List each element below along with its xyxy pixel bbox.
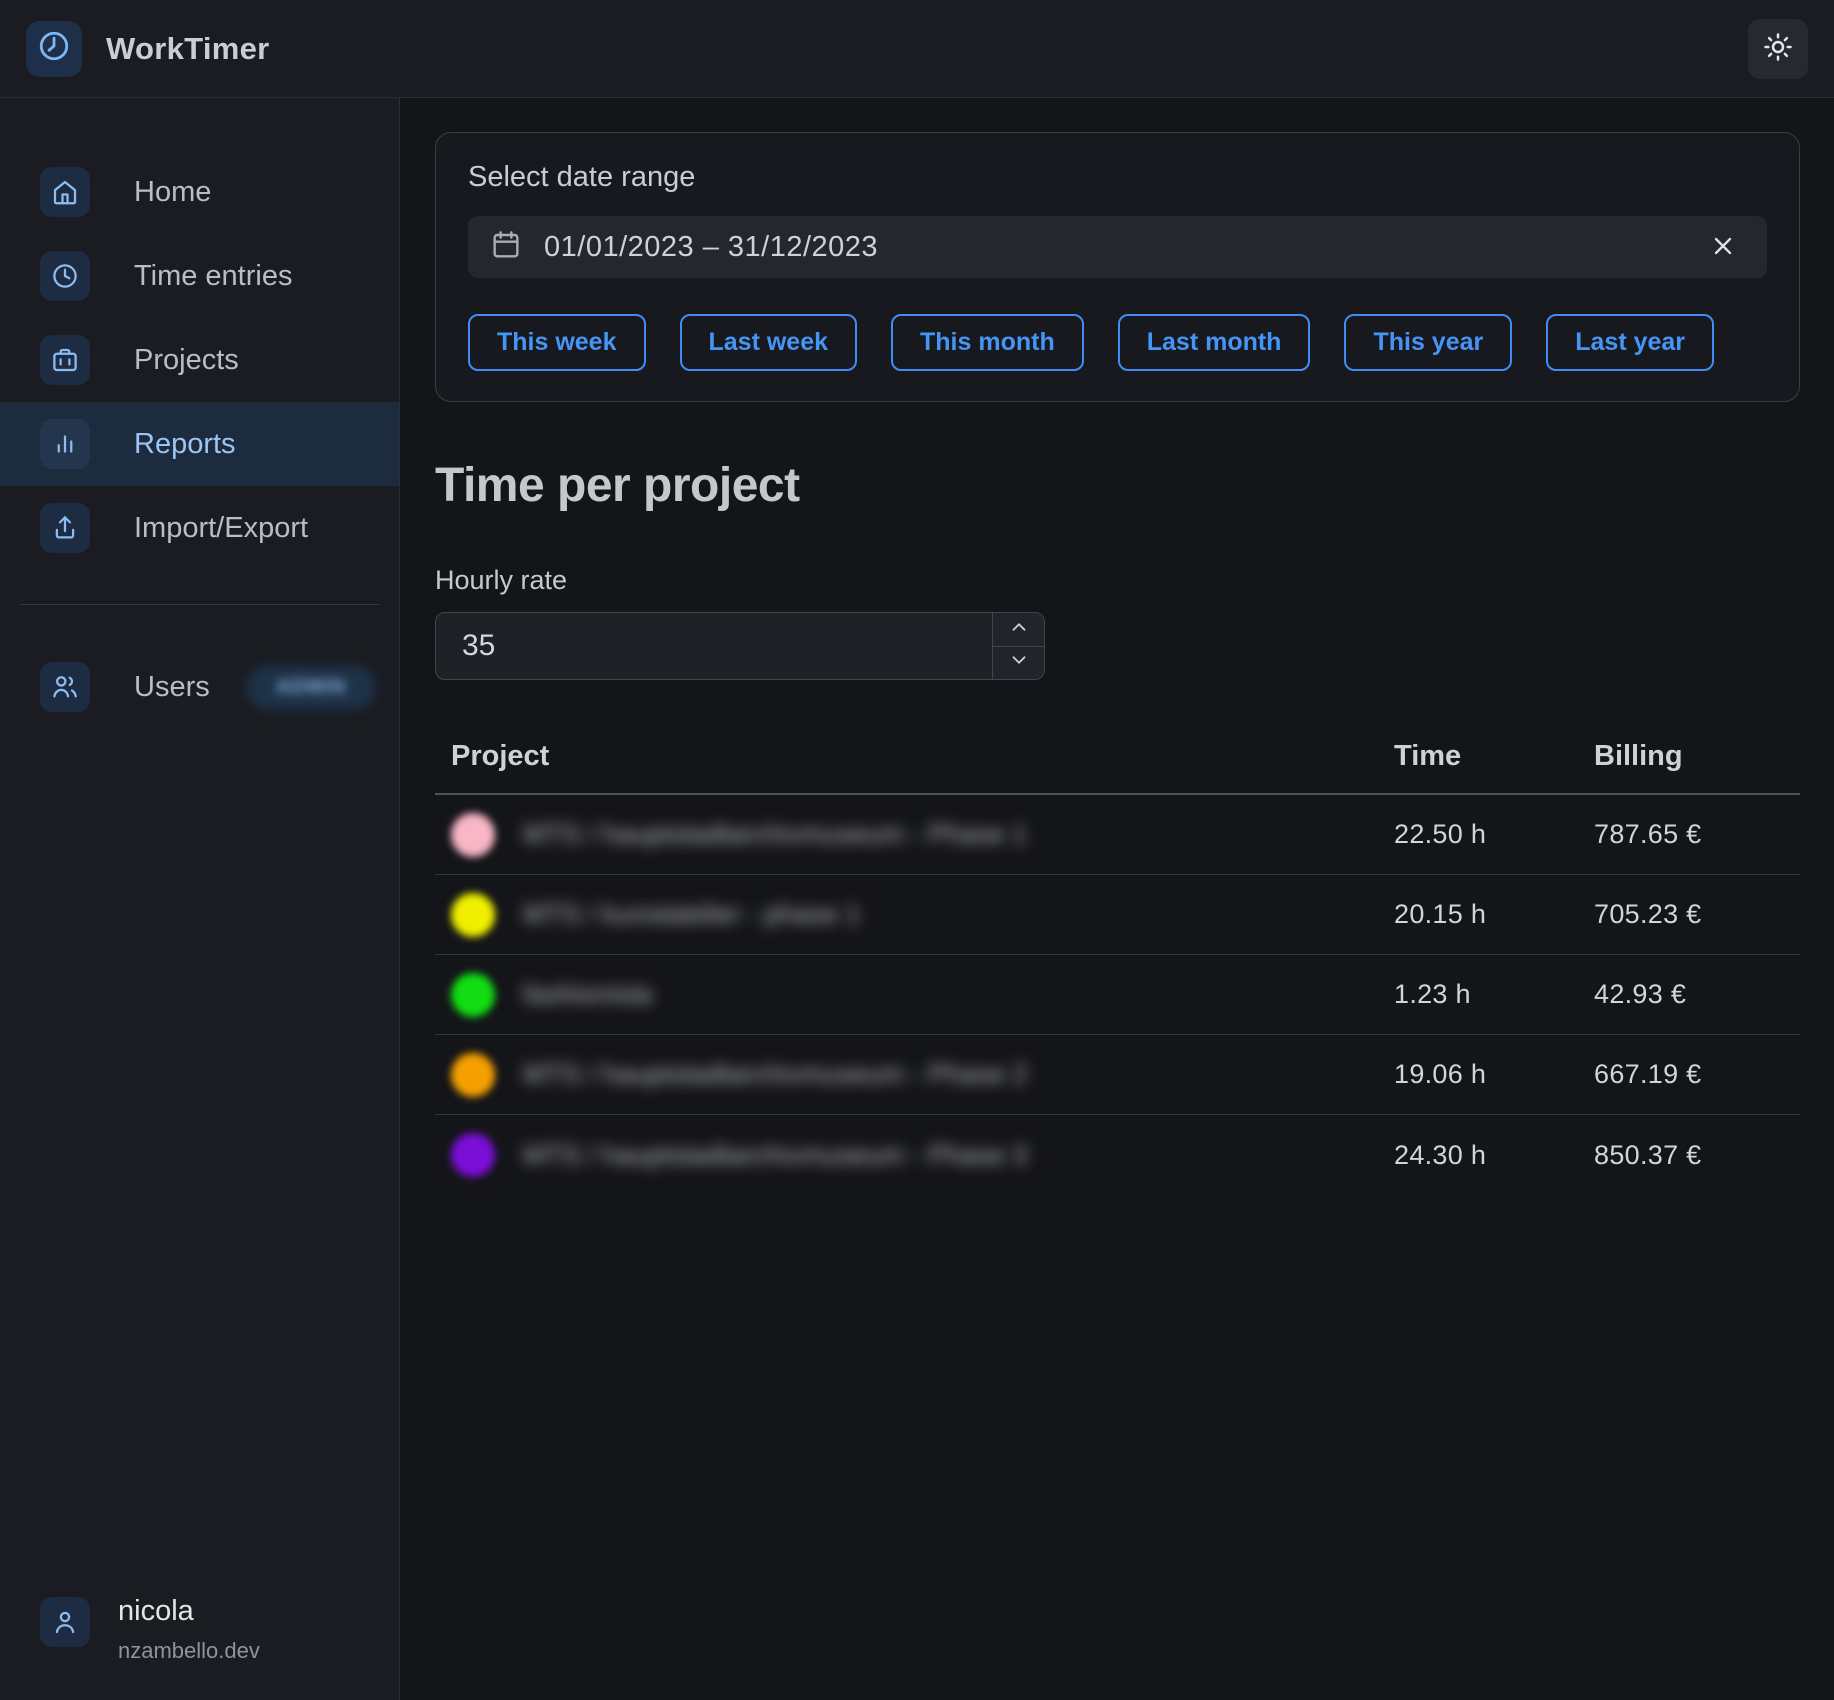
column-header-project: Project xyxy=(451,740,1394,773)
project-cell: MTS / hauptstadtarchivmuseum - Phase 3 xyxy=(451,1133,1394,1177)
current-user-texts: nicola nzambello.dev xyxy=(118,1595,260,1664)
project-name-blurred: MTS / kunstatelier - phase 1 xyxy=(523,899,861,930)
project-name-blurred: MTS / hauptstadtarchivmuseum - Phase 1 xyxy=(523,819,1027,850)
sidebar-item-label: Import/Export xyxy=(134,512,308,545)
main-panel: Select date range 01/01/2023 – 31/12/202… xyxy=(400,98,1834,1700)
sidebar-divider xyxy=(20,604,379,605)
table-row: MTS / kunstatelier - phase 1 20.15 h 705… xyxy=(435,875,1800,955)
table-row: MTS / hauptstadtarchivmuseum - Phase 3 2… xyxy=(435,1115,1800,1195)
sidebar-item-label: Reports xyxy=(134,428,236,461)
hourly-rate-input[interactable]: 35 xyxy=(435,612,1045,680)
sidebar-item-label: Home xyxy=(134,176,211,209)
time-cell: 19.06 h xyxy=(1394,1059,1594,1090)
billing-cell: 667.19 € xyxy=(1594,1059,1800,1090)
current-user-domain: nzambello.dev xyxy=(118,1638,260,1664)
time-cell: 24.30 h xyxy=(1394,1140,1594,1171)
person-icon xyxy=(40,1597,90,1647)
billing-cell: 42.93 € xyxy=(1594,979,1800,1010)
this-year-button[interactable]: This year xyxy=(1344,314,1512,371)
project-cell: fashionista xyxy=(451,973,1394,1017)
time-cell: 1.23 h xyxy=(1394,979,1594,1010)
sidebar-item-label: Users xyxy=(134,671,210,704)
date-range-input[interactable]: 01/01/2023 – 31/12/2023 xyxy=(468,216,1767,278)
project-cell: MTS / hauptstadtarchivmuseum - Phase 2 xyxy=(451,1053,1394,1097)
users-icon xyxy=(40,662,90,712)
current-user-name: nicola xyxy=(118,1595,260,1628)
sidebar-item-time-entries[interactable]: Time entries xyxy=(0,234,399,318)
date-range-label: Select date range xyxy=(468,161,1767,194)
sidebar-item-users[interactable]: Users ADMIN xyxy=(0,645,399,729)
billing-cell: 705.23 € xyxy=(1594,899,1800,930)
hourly-rate-steppers xyxy=(992,613,1044,679)
project-cell: MTS / kunstatelier - phase 1 xyxy=(451,893,1394,937)
bar-chart-icon xyxy=(40,419,90,469)
sidebar: Home Time entries Proj xyxy=(0,98,400,1700)
x-icon xyxy=(1709,232,1737,263)
column-header-time: Time xyxy=(1394,740,1594,773)
this-month-button[interactable]: This month xyxy=(891,314,1084,371)
chevron-down-icon xyxy=(1008,649,1030,676)
clock-icon xyxy=(37,29,71,68)
page-title: Time per project xyxy=(435,458,1800,513)
date-range-card: Select date range 01/01/2023 – 31/12/202… xyxy=(435,132,1800,402)
last-month-button[interactable]: Last month xyxy=(1118,314,1311,371)
sidebar-item-label: Time entries xyxy=(134,260,292,293)
app-title: WorkTimer xyxy=(106,31,270,67)
sidebar-item-import-export[interactable]: Import/Export xyxy=(0,486,399,570)
sidebar-item-reports[interactable]: Reports xyxy=(0,402,399,486)
project-name-blurred: fashionista xyxy=(523,979,652,1010)
briefcase-icon xyxy=(40,335,90,385)
project-name-blurred: MTS / hauptstadtarchivmuseum - Phase 3 xyxy=(523,1140,1027,1171)
project-cell: MTS / hauptstadtarchivmuseum - Phase 1 xyxy=(451,813,1394,857)
hourly-rate-value: 35 xyxy=(436,613,992,679)
project-color-dot xyxy=(451,1133,495,1177)
theme-toggle-button[interactable] xyxy=(1748,19,1808,79)
rate-increment-button[interactable] xyxy=(993,613,1044,647)
last-year-button[interactable]: Last year xyxy=(1546,314,1714,371)
sidebar-item-label: Projects xyxy=(134,344,239,377)
admin-badge: ADMIN xyxy=(246,665,377,710)
hourly-rate-label: Hourly rate xyxy=(435,565,1800,596)
calendar-icon xyxy=(490,229,522,266)
project-color-dot xyxy=(451,813,495,857)
chevron-up-icon xyxy=(1008,616,1030,643)
sidebar-item-home[interactable]: Home xyxy=(0,150,399,234)
top-header: WorkTimer xyxy=(0,0,1834,98)
this-week-button[interactable]: This week xyxy=(468,314,646,371)
table-row: fashionista 1.23 h 42.93 € xyxy=(435,955,1800,1035)
clock-icon xyxy=(40,251,90,301)
current-user[interactable]: nicola nzambello.dev xyxy=(40,1595,260,1664)
home-icon xyxy=(40,167,90,217)
time-cell: 22.50 h xyxy=(1394,819,1594,850)
clear-date-button[interactable] xyxy=(1701,225,1745,269)
table-header-row: Project Time Billing xyxy=(435,734,1800,795)
billing-cell: 787.65 € xyxy=(1594,819,1800,850)
content-area: Home Time entries Proj xyxy=(0,98,1834,1700)
app-logo xyxy=(26,21,82,77)
app-window: WorkTimer xyxy=(0,0,1834,1700)
project-name-blurred: MTS / hauptstadtarchivmuseum - Phase 2 xyxy=(523,1059,1027,1090)
table-row: MTS / hauptstadtarchivmuseum - Phase 1 2… xyxy=(435,795,1800,875)
time-per-project-table: Project Time Billing MTS / hauptstadtarc… xyxy=(435,734,1800,1195)
time-cell: 20.15 h xyxy=(1394,899,1594,930)
project-color-dot xyxy=(451,1053,495,1097)
last-week-button[interactable]: Last week xyxy=(680,314,858,371)
project-color-dot xyxy=(451,973,495,1017)
rate-decrement-button[interactable] xyxy=(993,647,1044,680)
project-color-dot xyxy=(451,893,495,937)
sun-icon xyxy=(1763,32,1793,65)
table-row: MTS / hauptstadtarchivmuseum - Phase 2 1… xyxy=(435,1035,1800,1115)
sidebar-item-projects[interactable]: Projects xyxy=(0,318,399,402)
column-header-billing: Billing xyxy=(1594,740,1800,773)
upload-icon xyxy=(40,503,90,553)
billing-cell: 850.37 € xyxy=(1594,1140,1800,1171)
date-range-value: 01/01/2023 – 31/12/2023 xyxy=(544,231,878,264)
quick-range-buttons: This week Last week This month Last mont… xyxy=(468,314,1767,371)
